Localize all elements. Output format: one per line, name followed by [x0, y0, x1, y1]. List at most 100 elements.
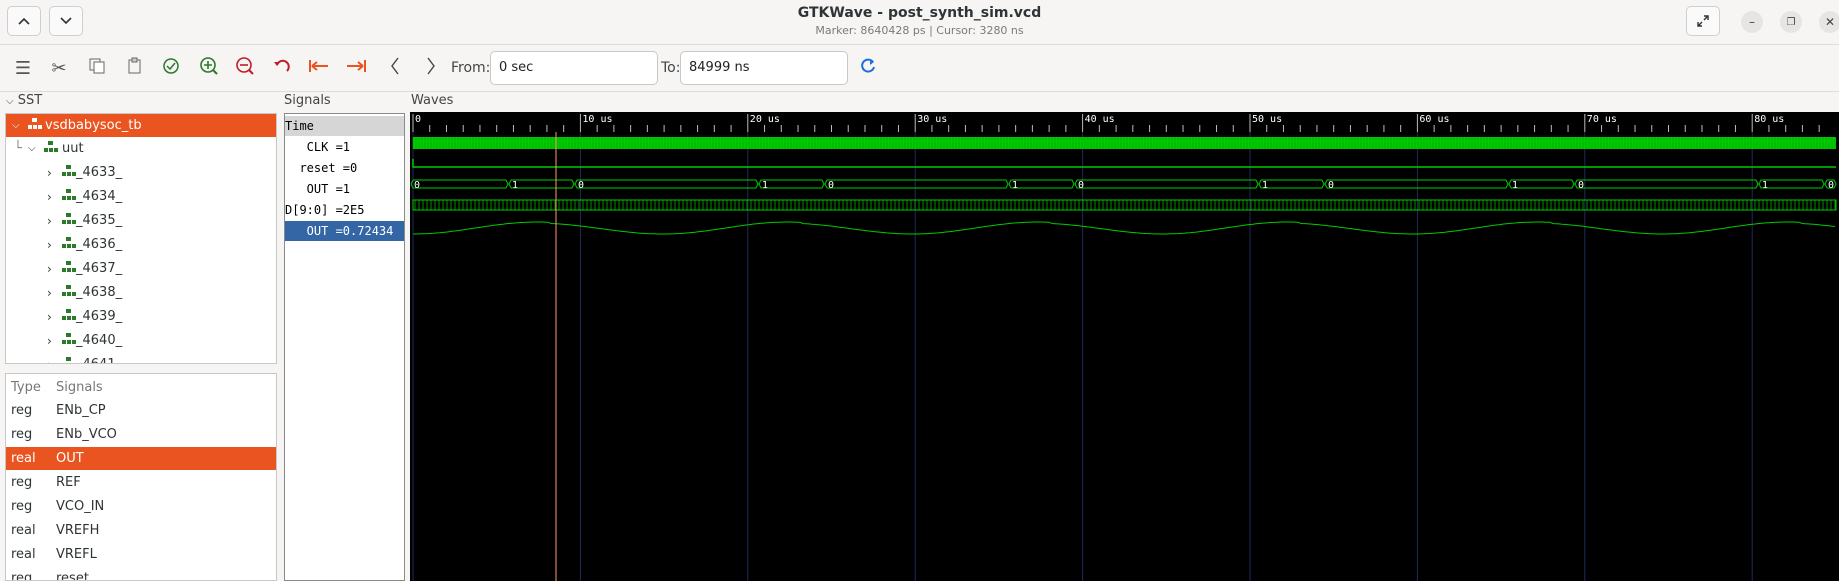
- out-bus-value: 1: [512, 180, 518, 191]
- signal-name: VREFH: [56, 523, 100, 538]
- signal-name: reset: [56, 571, 89, 581]
- undo-zoom-button[interactable]: [269, 55, 295, 81]
- out-bus-value: 0: [414, 180, 420, 191]
- hamburger-icon: ☰: [14, 57, 32, 79]
- signal-pane-row[interactable]: reset =0: [285, 158, 404, 178]
- tree-item[interactable]: › _4634_: [6, 185, 276, 208]
- copy-button[interactable]: [84, 55, 110, 81]
- signal-type: reg: [11, 403, 33, 418]
- signal-pane-row[interactable]: OUT =1: [285, 179, 404, 199]
- tree-item-root[interactable]: ⌵ vsdbabysoc_tb: [6, 114, 276, 137]
- out-bus-value: 1: [762, 180, 768, 191]
- chevron-down-icon: ⌵: [6, 96, 14, 107]
- menu-button[interactable]: ☰: [10, 55, 36, 81]
- out-bus-value: 1: [1512, 180, 1518, 191]
- module-icon: [61, 308, 77, 326]
- tree-item-label: _4637_: [76, 261, 123, 276]
- chevron-right-icon: ›: [47, 189, 52, 204]
- reload-button[interactable]: [855, 55, 881, 81]
- out-bus-segment: [824, 179, 1009, 189]
- signal-list-header: Type Signals: [6, 376, 276, 399]
- signal-list-row[interactable]: reg VCO_IN: [6, 495, 276, 518]
- waves-pane[interactable]: 0 10 us 20 us 30 us 40 us 50 us 60 us 70 us 80 u…: [410, 112, 1839, 581]
- signal-list-row[interactable]: reg ENb_VCO: [6, 423, 276, 446]
- out-bus-segment: [508, 179, 575, 189]
- previous-edge-button[interactable]: [382, 55, 408, 81]
- waveform-canvas[interactable]: 0 10 us 20 us 30 us 40 us 50 us 60 us 70 us 80 u…: [410, 112, 1839, 581]
- sst-header[interactable]: ⌵ SST: [6, 93, 42, 108]
- signal-type: reg: [11, 571, 33, 581]
- from-label: From:: [451, 60, 491, 76]
- tree-item[interactable]: › _4640_: [6, 329, 276, 352]
- select-all-button[interactable]: [158, 55, 184, 81]
- zoom-in-button[interactable]: [196, 55, 222, 81]
- signal-list-row[interactable]: real OUT: [6, 447, 276, 470]
- reset-wave: [412, 159, 1836, 168]
- signal-type: real: [11, 523, 36, 538]
- tree-item[interactable]: › _4638_: [6, 281, 276, 304]
- out-bus-segment: [1008, 179, 1075, 189]
- module-icon: [61, 188, 77, 206]
- time-label: 70 us: [1587, 114, 1617, 125]
- time-label: 60 us: [1419, 114, 1449, 125]
- tree-item[interactable]: › _4636_: [6, 233, 276, 256]
- toolbar: ☰ ✂ From: 0 sec To: 84999 ns: [0, 45, 1839, 92]
- tree-item[interactable]: › _4633_: [6, 161, 276, 184]
- next-edge-button[interactable]: [418, 55, 444, 81]
- zoom-out-button[interactable]: [232, 55, 258, 81]
- tree-item[interactable]: › _4639_: [6, 305, 276, 328]
- out-bus-segment: [574, 179, 759, 189]
- module-icon: [61, 284, 77, 302]
- tree-item[interactable]: › _4637_: [6, 257, 276, 280]
- tree-item[interactable]: › _4641_: [6, 353, 276, 364]
- out-bus-segment: [410, 179, 509, 189]
- signal-list-row[interactable]: reg REF: [6, 471, 276, 494]
- module-icon: [61, 260, 77, 278]
- signal-pane-row[interactable]: D[9:0] =2E5: [285, 200, 404, 220]
- fullscreen-button[interactable]: [1686, 6, 1720, 36]
- signal-pane-row[interactable]: CLK =1: [285, 137, 404, 157]
- signal-list-row[interactable]: reg reset: [6, 567, 276, 581]
- time-row[interactable]: Time: [285, 116, 404, 136]
- undo-icon: [272, 57, 292, 80]
- time-ruler: [410, 112, 1839, 132]
- signal-list-row[interactable]: real VREFH: [6, 519, 276, 542]
- expand-icon: [1696, 14, 1710, 28]
- signal-list: Type Signals reg ENb_CP reg ENb_VCO real OUT r…: [5, 373, 277, 581]
- out-bus-value: 0: [828, 180, 834, 191]
- paste-button[interactable]: [122, 55, 148, 81]
- module-icon: [61, 164, 77, 182]
- maximize-button[interactable]: ❐: [1780, 11, 1802, 33]
- signals-pane-label: Signals: [284, 93, 331, 108]
- out-bus-value: 0: [1328, 180, 1334, 191]
- time-label: 80 us: [1754, 114, 1784, 125]
- tree-item-uut[interactable]: └ ⌵ uut: [6, 137, 276, 160]
- close-button[interactable]: ✕: [1819, 11, 1839, 33]
- sst-tree: ⌵ vsdbabysoc_tb └ ⌵ uut › _4633_ › _4634_ › _…: [5, 113, 277, 364]
- signals-pane: Time CLK =1 reset =0 OUT =1 D[9:0] =2E5 O…: [284, 113, 405, 581]
- chevron-right-icon: ›: [47, 358, 52, 364]
- zoom-to-end-button[interactable]: [343, 55, 369, 81]
- signal-pane-row[interactable]: OUT =0.72434: [285, 221, 404, 241]
- out-bus-value: 1: [1762, 180, 1768, 191]
- out-bus-segment: [1324, 179, 1509, 189]
- signals-header: Signals: [56, 380, 103, 395]
- chevron-down-icon: ⌵: [28, 143, 36, 154]
- d-bus-wave: [412, 199, 1837, 211]
- module-icon: [27, 117, 43, 135]
- tree-item[interactable]: › _4635_: [6, 209, 276, 232]
- arrow-to-end-icon: [345, 58, 367, 79]
- signal-list-row[interactable]: reg ENb_CP: [6, 399, 276, 422]
- clk-wave: [413, 137, 1836, 149]
- chevron-right-icon: ›: [47, 237, 52, 252]
- cut-button[interactable]: ✂: [46, 55, 72, 81]
- from-time-input[interactable]: 0 sec: [490, 51, 658, 85]
- signal-list-row[interactable]: real VREFL: [6, 543, 276, 566]
- minimize-button[interactable]: –: [1741, 11, 1763, 33]
- signal-name: VCO_IN: [56, 499, 105, 514]
- signal-type: reg: [11, 499, 33, 514]
- to-time-input[interactable]: 84999 ns: [680, 51, 848, 85]
- zoom-to-start-button[interactable]: [306, 55, 332, 81]
- time-label: 10 us: [582, 114, 612, 125]
- out-analog-wave: [413, 221, 1836, 235]
